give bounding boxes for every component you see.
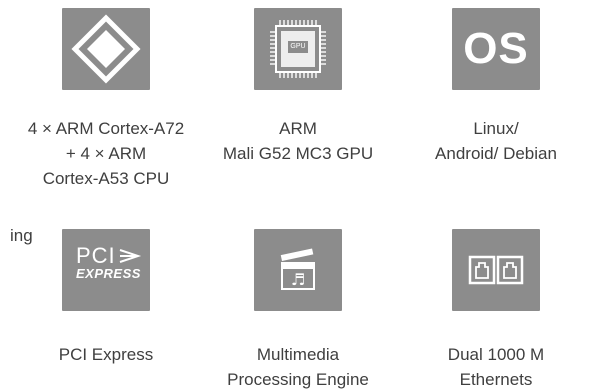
- os-tile: OS: [452, 8, 540, 90]
- cpu-tile: [62, 8, 150, 90]
- cpu-label: 4 × ARM Cortex-A72 + 4 × ARM Cortex-A53 …: [27, 119, 185, 188]
- gpu-chip-text: GPU: [290, 43, 306, 50]
- pci-label: PCI Express: [58, 345, 154, 364]
- svg-text:♬: ♬: [291, 270, 305, 289]
- os-label: Linux/ Android/ Debian: [435, 119, 557, 163]
- ethernet-tile: [452, 229, 540, 311]
- pci-express-icon: PCI EXPRESS: [76, 243, 141, 281]
- multimedia-tile: ♬: [254, 229, 342, 311]
- pci-tile: PCI EXPRESS: [62, 229, 150, 311]
- cpu-diamond-icon: [62, 8, 150, 90]
- dual-ethernet-icon: [452, 229, 540, 311]
- truncated-text: ing: [10, 226, 33, 245]
- gpu-label: ARM Mali G52 MC3 GPU: [222, 119, 374, 163]
- multimedia-clapper-icon: ♬: [254, 229, 342, 311]
- ethernet-label: Dual 1000 M Ethernets: [447, 345, 545, 389]
- multimedia-label: Multimedia Processing Engine: [227, 345, 369, 389]
- gpu-tile: GPU: [254, 8, 342, 90]
- os-icon: OS: [463, 24, 529, 73]
